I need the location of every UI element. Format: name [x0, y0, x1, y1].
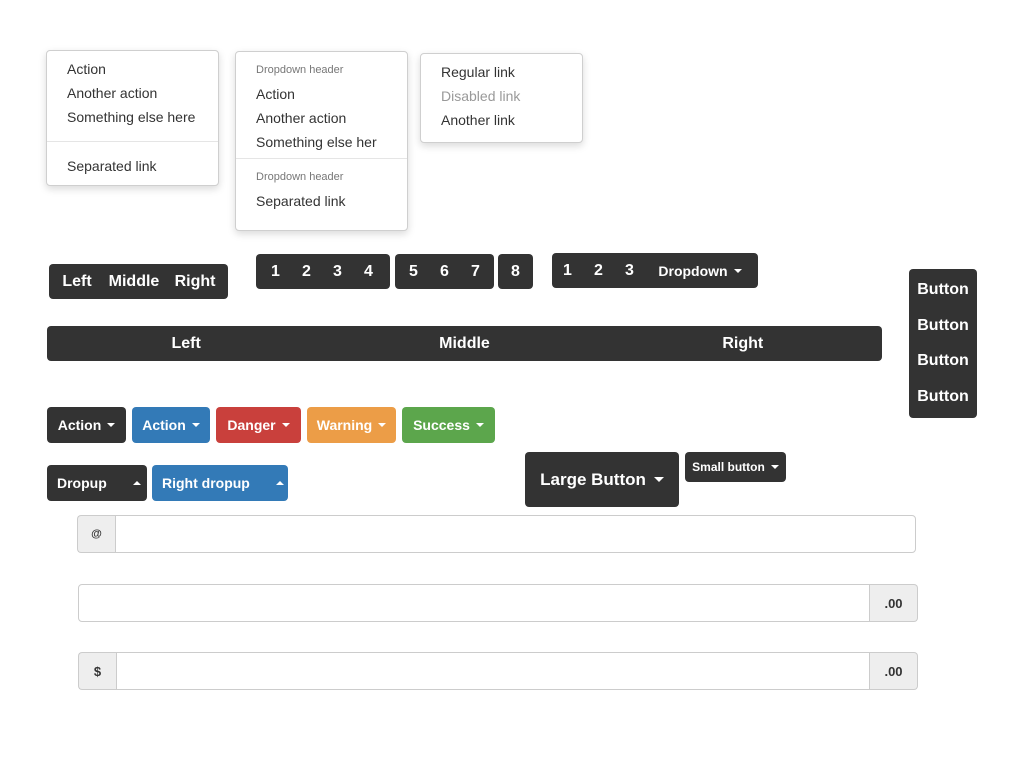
page-8-button[interactable]: 8	[498, 254, 533, 289]
page-2-button[interactable]: 2	[583, 253, 614, 288]
button-group-8: 8	[498, 254, 533, 289]
caret-up-icon	[275, 481, 284, 485]
page-5-button[interactable]: 5	[398, 254, 429, 289]
warning-dropdown-button[interactable]: Warning	[307, 407, 396, 443]
caret-down-icon	[653, 477, 664, 482]
button-group-with-dropdown: 1 2 3 Dropdown	[552, 253, 758, 288]
caret-down-icon	[733, 268, 742, 273]
button-label: Warning	[316, 417, 373, 433]
page-1-button[interactable]: 1	[552, 253, 583, 288]
success-dropdown-button[interactable]: Success	[402, 407, 495, 443]
caret-down-icon	[475, 423, 484, 427]
menu-item-separated-link[interactable]: Separated link	[47, 154, 218, 178]
menu-item-another-action[interactable]: Another action	[236, 106, 407, 130]
button-label: Dropup	[57, 475, 107, 491]
button-label: Small button	[692, 460, 765, 474]
page-3-button[interactable]: 3	[322, 254, 353, 289]
input-group-cents: .00	[78, 584, 918, 622]
button-label: Action	[142, 417, 186, 433]
vertical-button-1[interactable]: Button	[909, 272, 977, 308]
caret-down-icon	[107, 423, 116, 427]
button-group-left-middle-right: Left Middle Right	[49, 264, 228, 299]
menu-item-disabled-link: Disabled link	[441, 88, 521, 104]
dropdown-menu-links: Regular link Disabled link Another link	[420, 53, 583, 143]
menu-item-regular-link[interactable]: Regular link	[421, 60, 582, 84]
middle-button[interactable]: Middle	[101, 264, 167, 299]
caret-up-icon	[132, 481, 141, 485]
button-group-5-7: 5 6 7	[395, 254, 494, 289]
price-input[interactable]	[116, 652, 870, 690]
menu-item-action[interactable]: Action	[47, 57, 218, 81]
menu-item-something-else[interactable]: Something else here	[47, 105, 218, 129]
button-label: Danger	[227, 417, 276, 433]
menu-item-action[interactable]: Action	[236, 82, 407, 106]
large-dropdown-button[interactable]: Large Button	[525, 452, 679, 507]
dollar-addon: $	[78, 652, 116, 690]
button-label: Action	[57, 417, 102, 433]
amount-input[interactable]	[78, 584, 870, 622]
at-addon: @	[77, 515, 115, 553]
page-4-button[interactable]: 4	[353, 254, 384, 289]
menu-item-another-action[interactable]: Another action	[47, 81, 218, 105]
danger-dropdown-button[interactable]: Danger	[216, 407, 301, 443]
button-group-1-4: 1 2 3 4	[256, 254, 390, 289]
dropdown-menu-headers: Dropdown header Action Another action So…	[235, 51, 408, 231]
small-dropdown-button[interactable]: Small button	[685, 452, 786, 482]
button-label: Right dropup	[162, 475, 250, 491]
vertical-button-4[interactable]: Button	[909, 379, 977, 415]
dropdown-menu-basic: Action Another action Something else her…	[46, 50, 219, 186]
menu-item-something-else[interactable]: Something else her	[236, 130, 407, 154]
action-dropdown-button[interactable]: Action	[47, 407, 126, 443]
dropdown-header: Dropdown header	[256, 171, 344, 183]
page-3-button[interactable]: 3	[614, 253, 645, 288]
dropdown-label: Dropdown	[658, 262, 728, 279]
button-label: Large Button	[540, 469, 646, 489]
caret-down-icon	[770, 465, 779, 469]
menu-item-separated-link[interactable]: Separated link	[236, 189, 407, 213]
left-button[interactable]: Left	[53, 264, 101, 299]
cents-addon: .00	[870, 584, 918, 622]
justified-right-button[interactable]: Right	[604, 326, 882, 361]
justified-middle-button[interactable]: Middle	[325, 326, 603, 361]
menu-divider	[47, 141, 218, 142]
page-2-button[interactable]: 2	[291, 254, 322, 289]
page-6-button[interactable]: 6	[429, 254, 460, 289]
right-dropup-button[interactable]: Right dropup	[152, 465, 288, 501]
vertical-button-3[interactable]: Button	[909, 344, 977, 380]
menu-divider	[236, 158, 407, 159]
page-1-button[interactable]: 1	[260, 254, 291, 289]
primary-action-dropdown-button[interactable]: Action	[132, 407, 210, 443]
username-input[interactable]	[115, 515, 916, 553]
dropdown-toggle-button[interactable]: Dropdown	[645, 253, 755, 288]
caret-down-icon	[281, 423, 290, 427]
vertical-button-2[interactable]: Button	[909, 308, 977, 344]
input-group-dollar-cents: $ .00	[78, 652, 918, 690]
menu-item-another-link[interactable]: Another link	[421, 108, 582, 132]
dropdown-header: Dropdown header	[256, 64, 344, 76]
cents-addon: .00	[870, 652, 918, 690]
justified-left-button[interactable]: Left	[47, 326, 325, 361]
input-group-at: @	[77, 515, 916, 553]
button-label: Success	[413, 417, 470, 433]
right-button[interactable]: Right	[167, 264, 223, 299]
page-7-button[interactable]: 7	[460, 254, 491, 289]
dropup-button[interactable]: Dropup	[47, 465, 147, 501]
justified-button-group: Left Middle Right	[47, 326, 882, 361]
caret-down-icon	[191, 423, 200, 427]
vertical-button-group: Button Button Button Button	[909, 269, 977, 418]
caret-down-icon	[378, 423, 387, 427]
